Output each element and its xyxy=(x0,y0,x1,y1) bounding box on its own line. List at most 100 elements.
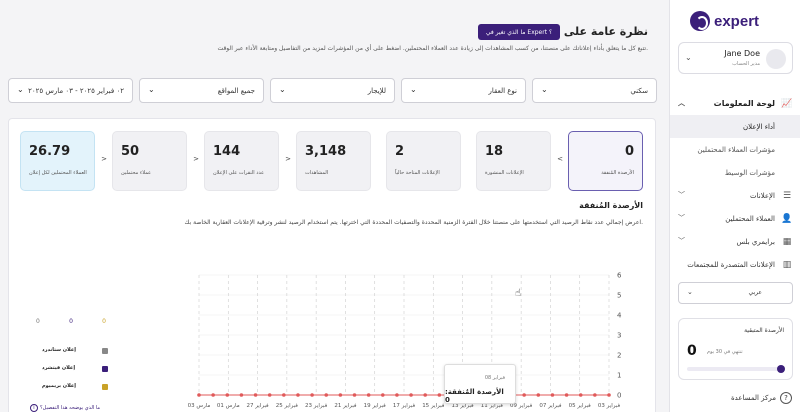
brand-name: expert xyxy=(714,12,760,30)
kpi-views[interactable]: 3,148 المشاهدات xyxy=(296,131,371,191)
whats-new-button[interactable]: ما الذي تغير في Expert ؟ xyxy=(478,24,560,40)
filter-purpose-select[interactable]: للإيجار ⌄ xyxy=(270,78,395,103)
data-point xyxy=(267,393,272,397)
user-menu[interactable]: Jane Doe مدير الحساب ⌄ xyxy=(678,42,793,74)
kpi-label: عدد النقرات على الإعلان xyxy=(213,170,265,176)
sidebar-item-label: الإعلانات المتصدرة للمجتمعات xyxy=(687,260,775,269)
sidebar-item-broker-metrics[interactable]: مؤشرات الوسيط xyxy=(670,161,800,184)
kpi-value: 3,148 xyxy=(305,144,347,159)
data-point xyxy=(536,393,541,397)
x-tick-label: 25 فبراير xyxy=(276,403,299,409)
kpi-leads[interactable]: 50 عملاء محتملين xyxy=(112,131,187,191)
legend-item-featured[interactable]: إعلان فيتشرد xyxy=(22,364,132,374)
sidebar-item-community-top-ads[interactable]: الإعلانات المتصدرة للمجتمعات ▥ xyxy=(670,253,800,276)
data-point xyxy=(296,393,300,397)
breakdown-help-label: ما الذي يوضحه هذا التفصيل؟ xyxy=(40,405,101,411)
chevron-up-icon: ︿ xyxy=(678,99,685,107)
filter-property-type-select[interactable]: نوع العقار ⌄ xyxy=(401,78,526,103)
kpi-live-listings[interactable]: 2 الإعلانات المتاحة حالياً xyxy=(386,131,461,191)
kpi-label: الإعلانات المنشورة xyxy=(485,170,524,176)
chevron-down-icon: ﹀ xyxy=(678,214,685,222)
filter-location-select[interactable]: جميع المواقع ⌄ xyxy=(139,78,264,103)
data-point xyxy=(310,393,314,397)
list-icon: ☰ xyxy=(782,190,792,201)
sidebar-item-ad-performance[interactable]: أداء الإعلان xyxy=(670,115,800,138)
y-tick-label: 6 xyxy=(617,272,622,280)
data-point xyxy=(578,393,583,397)
chevron-down-icon: ⌄ xyxy=(17,85,24,94)
tooltip-value: الأرصدة المُنفقة: 0 xyxy=(445,388,504,404)
kpi-credits-spent[interactable]: 0 الأرصدة المُنفقة xyxy=(568,131,643,191)
language-select[interactable]: عربي ⌄ xyxy=(678,282,793,304)
kpi-value: 50 xyxy=(121,144,140,159)
y-tick-label: 2 xyxy=(617,352,621,360)
kpi-label: المشاهدات xyxy=(305,170,329,176)
kpi-label: الأرصدة المُنفقة xyxy=(601,170,634,176)
brand-logo[interactable]: expert xyxy=(690,10,790,32)
breakdown-help-link[interactable]: i ما الذي يوضحه هذا التفصيل؟ xyxy=(30,404,100,412)
x-tick-label: 23 فبراير xyxy=(305,403,328,409)
kpi-value: 2 xyxy=(395,144,405,159)
data-point xyxy=(409,393,413,397)
x-tick-label: 21 فبراير xyxy=(334,403,357,409)
building-icon: ▦ xyxy=(782,236,792,247)
chart-line-icon: 📈 xyxy=(781,98,793,109)
data-point xyxy=(366,393,371,397)
x-tick-label: 03 فبراير xyxy=(598,403,621,409)
chevron-left-icon: < xyxy=(557,155,563,163)
data-point xyxy=(324,393,329,397)
data-point xyxy=(437,393,442,397)
x-tick-label: 19 فبراير xyxy=(364,403,387,409)
legend-count-standard: 0 xyxy=(36,318,40,325)
filter-value: ٠٢ فبراير ٢٠٢٥ - ٠٣ مارس ٢٠٢٥ xyxy=(28,87,124,95)
data-point xyxy=(395,393,399,397)
credits-progress-bar xyxy=(687,365,785,373)
sidebar-item-dashboard[interactable]: ︿ لوحة المعلومات 📈 xyxy=(670,92,800,115)
credits-spent-line-chart[interactable]: 0 1 2 3 4 5 6 03 مارس 01 مارس 27 فبراير 25 فبراير 2… xyxy=(169,267,629,412)
sidebar-nav: ︿ لوحة المعلومات 📈 أداء الإعلان مؤشرات ا… xyxy=(670,92,800,276)
filter-value: للإيجار xyxy=(367,87,386,95)
sidebar-item-label: الإعلانات xyxy=(750,191,775,200)
data-point xyxy=(564,393,569,397)
kpi-value: 144 xyxy=(213,144,241,159)
legend-counts: 0 0 0 xyxy=(36,318,106,325)
legend-swatch xyxy=(102,366,108,372)
sidebar-item-listings[interactable]: ﹀ الإعلانات ☰ xyxy=(670,184,800,207)
legend-count-premium: 0 xyxy=(102,318,106,325)
data-point xyxy=(197,393,201,397)
kpi-label: عملاء محتملين xyxy=(121,170,152,176)
section-title: الأرصدة المُنفقة xyxy=(579,201,643,210)
legend-label: إعلان بريميوم xyxy=(42,383,76,389)
chevron-down-icon: ⌄ xyxy=(279,85,286,94)
sidebar-item-label: مؤشرات الوسيط xyxy=(724,168,775,177)
help-center-link[interactable]: مركز المساعدة ? xyxy=(731,392,792,404)
data-point xyxy=(338,393,343,397)
x-tick-label: 03 مارس xyxy=(188,403,211,409)
tooltip-date: فبراير 08 xyxy=(484,375,505,381)
legend-item-standard[interactable]: إعلان ستاندرد xyxy=(22,346,132,356)
kpi-leads-per-listing[interactable]: 26.79 العملاء المحتملين لكل إعلان xyxy=(20,131,95,191)
kpi-published-listings[interactable]: 18 الإعلانات المنشورة xyxy=(476,131,551,191)
filter-date-range-select[interactable]: ٠٢ فبراير ٢٠٢٥ - ٠٣ مارس ٢٠٢٥ ⌄ xyxy=(8,78,133,103)
legend-item-premium[interactable]: إعلان بريميوم xyxy=(22,382,132,392)
chevron-down-icon: ﹀ xyxy=(678,237,685,245)
credits-expiry: تنتهي في 30 يوم xyxy=(707,349,743,355)
x-tick-label: 05 فبراير xyxy=(569,403,592,409)
data-point xyxy=(607,393,611,397)
y-tick-label: 4 xyxy=(617,312,622,320)
kpi-label: العملاء المحتملين لكل إعلان xyxy=(29,170,87,176)
chevron-right-icon: > xyxy=(193,155,199,163)
data-point xyxy=(380,393,385,397)
sidebar-item-lead-metrics[interactable]: مؤشرات العملاء المحتملين xyxy=(670,138,800,161)
filter-category-select[interactable]: سكني ⌄ xyxy=(532,78,657,103)
sidebar-item-leads[interactable]: ﹀ العملاء المحتملين 👤 xyxy=(670,207,800,230)
data-point xyxy=(593,393,597,397)
sidebar-item-label: برايمري بلس xyxy=(736,237,775,246)
data-point xyxy=(282,393,286,397)
info-icon: i xyxy=(30,404,38,412)
kpi-ad-clicks[interactable]: 144 عدد النقرات على الإعلان xyxy=(204,131,279,191)
y-tick-label: 5 xyxy=(617,292,621,300)
chevron-right-icon: > xyxy=(101,155,107,163)
sidebar-item-label: العملاء المحتملين xyxy=(725,214,775,223)
sidebar-item-primary-plus[interactable]: ﹀ برايمري بلس ▦ xyxy=(670,230,800,253)
